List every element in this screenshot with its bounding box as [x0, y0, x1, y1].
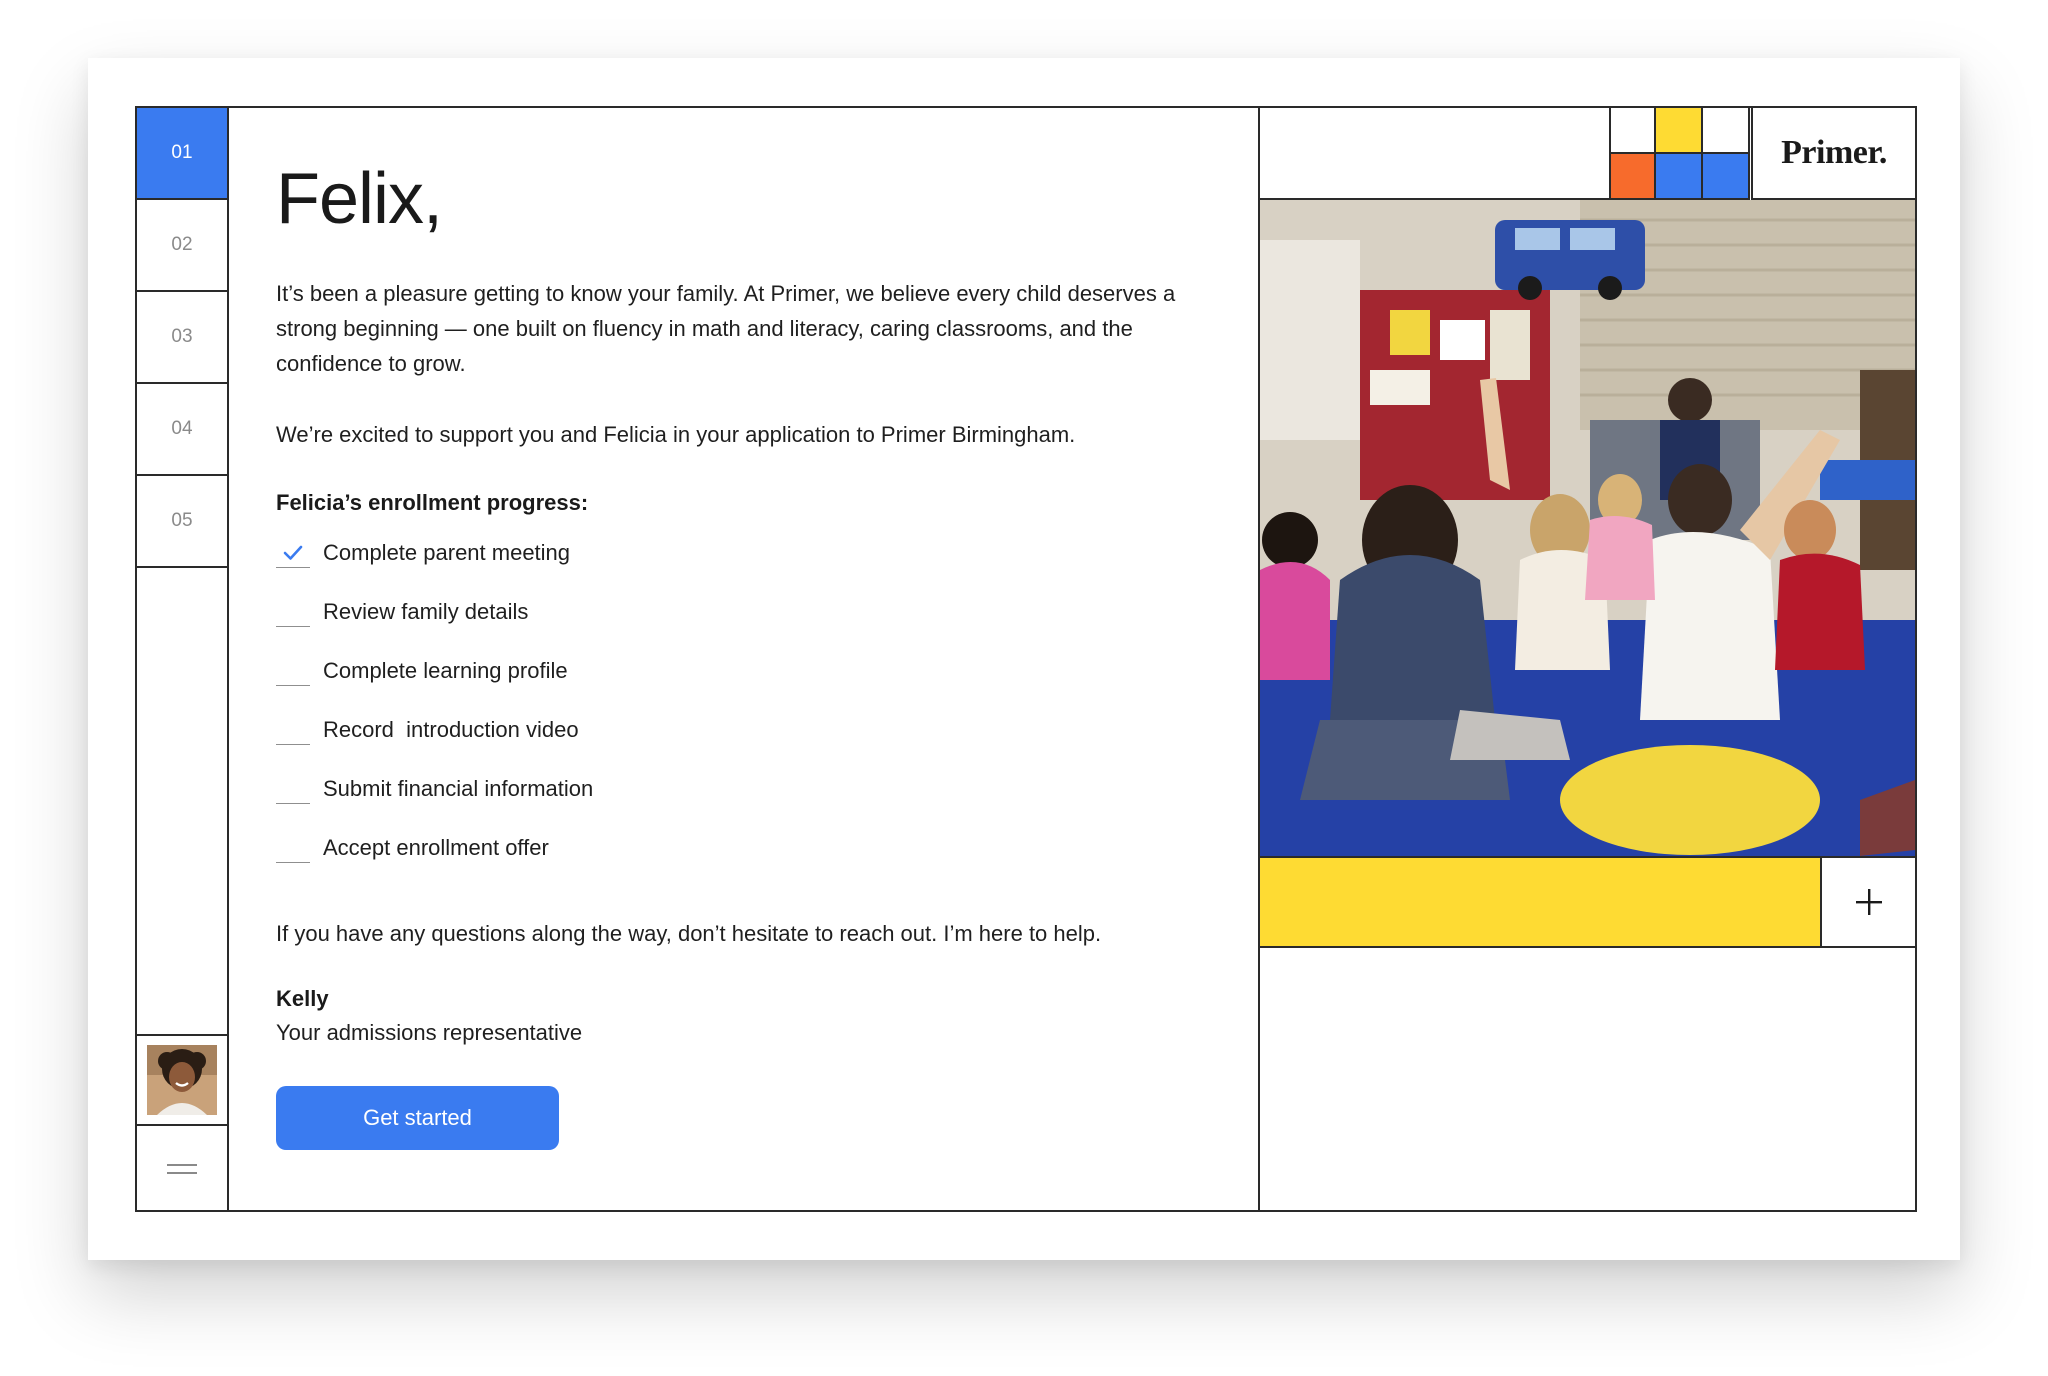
- checkbox-empty[interactable]: [276, 656, 310, 686]
- checklist-item-intro-video[interactable]: Record introduction video: [276, 715, 593, 774]
- checklist-label: Review family details: [323, 599, 529, 624]
- expand-button[interactable]: [1820, 856, 1915, 948]
- mosaic-tile: [1656, 154, 1703, 200]
- step-04[interactable]: 04: [137, 384, 227, 476]
- accent-bar: [1260, 856, 1820, 948]
- primer-logo: Primer.: [1781, 134, 1887, 171]
- checklist-label: Complete learning profile: [323, 658, 568, 683]
- progress-title: Felicia’s enrollment progress:: [276, 490, 589, 515]
- avatar: [147, 1045, 217, 1115]
- classroom-illustration: [1260, 200, 1915, 856]
- step-01[interactable]: 01: [137, 108, 227, 200]
- get-started-button[interactable]: Get started: [276, 1086, 559, 1150]
- checklist-item-learning-profile[interactable]: Complete learning profile: [276, 656, 593, 715]
- enrollment-card: 01 02 03 04 05 Felix, It’s been a pleasu…: [135, 106, 1917, 1212]
- checklist-item-parent-meeting[interactable]: Complete parent meeting: [276, 538, 593, 597]
- brand-mosaic: [1609, 108, 1751, 200]
- visual-panel: Primer.: [1260, 108, 1915, 1210]
- menu-button[interactable]: [137, 1126, 227, 1212]
- check-icon: [283, 545, 303, 560]
- menu-icon: [167, 1164, 197, 1174]
- checkbox-empty[interactable]: [276, 597, 310, 627]
- mosaic-tile: [1703, 154, 1750, 200]
- signer-role: Your admissions representative: [276, 1020, 583, 1045]
- intro-paragraph: It’s been a pleasure getting to know you…: [276, 281, 1176, 376]
- step-03[interactable]: 03: [137, 292, 227, 384]
- mosaic-tile: [1703, 108, 1750, 154]
- classroom-photo: [1260, 200, 1915, 856]
- signer-name: Kelly: [276, 986, 329, 1011]
- greeting-heading: Felix,: [276, 159, 443, 239]
- checkbox-empty[interactable]: [276, 774, 310, 804]
- mosaic-tile: [1609, 108, 1656, 154]
- checklist-label: Complete parent meeting: [323, 540, 571, 565]
- step-05[interactable]: 05: [137, 476, 227, 568]
- step-02[interactable]: 02: [137, 200, 227, 292]
- step-rail: 01 02 03 04 05: [137, 108, 229, 1210]
- logo-cell: Primer.: [1751, 108, 1915, 200]
- checklist-item-financial-info[interactable]: Submit financial information: [276, 774, 593, 833]
- support-paragraph: We’re excited to support you and Felicia…: [276, 422, 1076, 447]
- checkbox-empty[interactable]: [276, 715, 310, 745]
- closing-paragraph: If you have any questions along the way,…: [276, 921, 1102, 946]
- checkbox-empty[interactable]: [276, 833, 310, 863]
- checklist-label: Submit financial information: [323, 776, 594, 801]
- welcome-letter: Felix, It’s been a pleasure getting to k…: [229, 108, 1260, 1210]
- enrollment-checklist: Complete parent meeting Review family de…: [276, 538, 593, 892]
- mosaic-tile: [1609, 154, 1656, 200]
- checklist-label: Accept enrollment offer: [323, 835, 549, 860]
- checklist-item-family-details[interactable]: Review family details: [276, 597, 593, 656]
- checkbox-done[interactable]: [276, 538, 310, 568]
- checklist-label: Record introduction video: [323, 717, 579, 742]
- mosaic-tile: [1656, 108, 1703, 154]
- checklist-item-enrollment-offer[interactable]: Accept enrollment offer: [276, 833, 593, 892]
- representative-avatar-cell[interactable]: [137, 1034, 227, 1126]
- plus-icon: [1855, 889, 1882, 915]
